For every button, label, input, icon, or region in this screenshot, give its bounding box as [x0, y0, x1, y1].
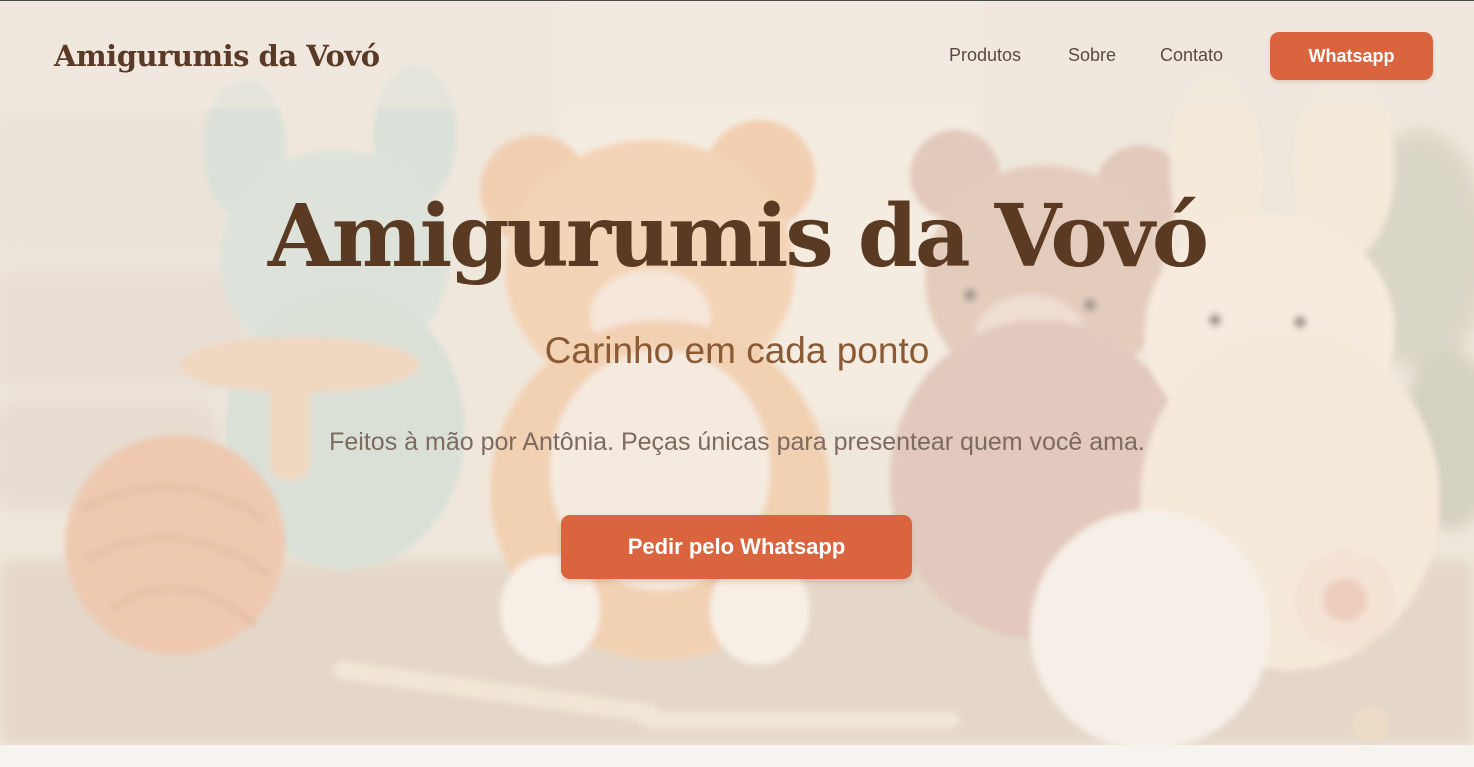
section-divider	[0, 745, 1474, 767]
nav-link-contato[interactable]: Contato	[1160, 45, 1223, 66]
nav-link-produtos[interactable]: Produtos	[949, 45, 1021, 66]
top-border	[0, 0, 1474, 1]
hero-section: Amigurumis da Vovó Carinho em cada ponto…	[0, 0, 1474, 745]
hero-title: Amigurumis da Vovó	[267, 186, 1209, 287]
landing-page: Amigurumis da Vovó Produtos Sobre Contat…	[0, 0, 1474, 767]
order-whatsapp-button[interactable]: Pedir pelo Whatsapp	[561, 515, 912, 579]
hero-subtitle: Carinho em cada ponto	[544, 330, 930, 371]
navbar: Amigurumis da Vovó Produtos Sobre Contat…	[0, 1, 1474, 109]
hero-description: Feitos à mão por Antônia. Peças únicas p…	[329, 428, 1145, 456]
nav-link-sobre[interactable]: Sobre	[1068, 45, 1116, 66]
whatsapp-button[interactable]: Whatsapp	[1270, 32, 1433, 80]
brand-logo[interactable]: Amigurumis da Vovó	[54, 39, 380, 73]
